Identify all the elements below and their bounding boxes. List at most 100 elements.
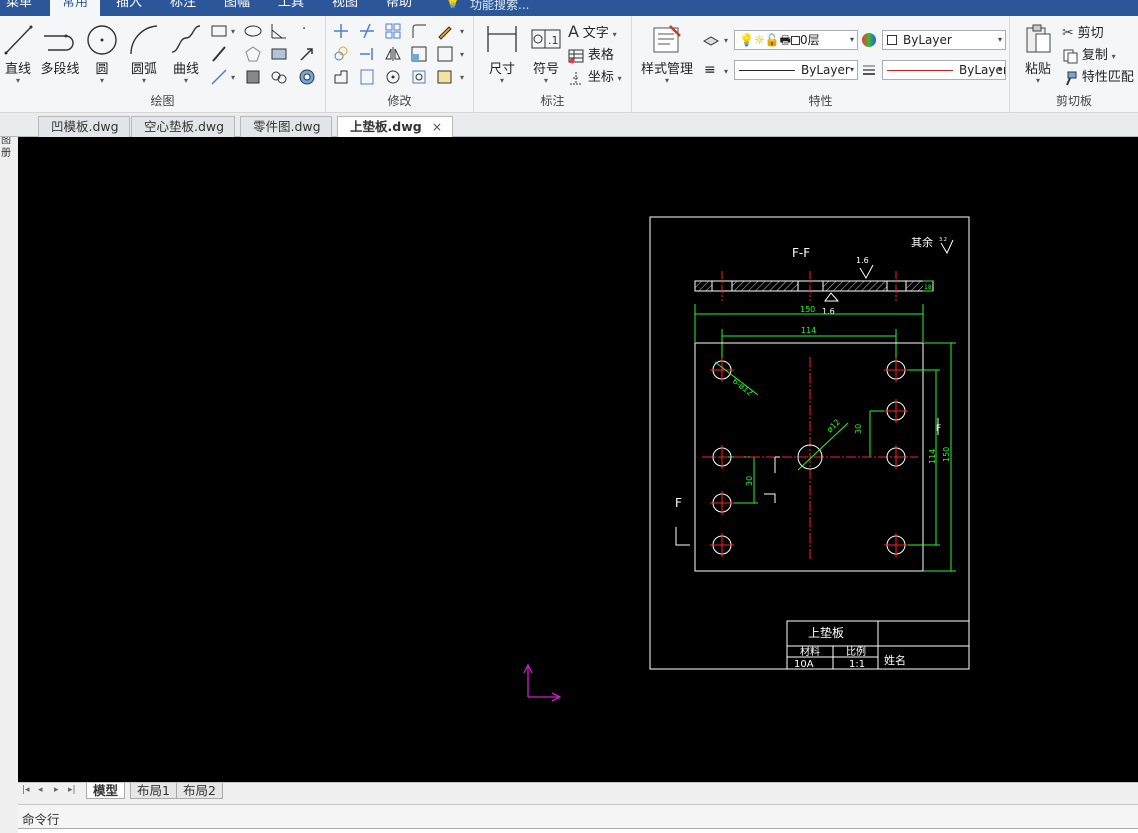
rotate-icon[interactable] <box>384 68 402 86</box>
color-wheel-icon[interactable] <box>860 31 878 49</box>
trim-icon[interactable] <box>358 22 376 40</box>
tab-help[interactable]: 帮助 <box>380 0 418 16</box>
lineweight-list-icon[interactable]: ≡ <box>704 62 716 78</box>
layer-name: 0层 <box>800 33 820 47</box>
symbol-button[interactable]: .1 符号 ▾ <box>528 22 564 85</box>
line-label: 直线 <box>4 62 31 77</box>
center-leader-line <box>797 422 849 471</box>
edit-properties-icon[interactable] <box>436 68 454 86</box>
angle-line-icon[interactable] <box>270 22 288 40</box>
color-combo[interactable]: ByLayer ▾ <box>882 30 1006 50</box>
region-icon[interactable] <box>270 68 288 86</box>
style-manager-button[interactable]: 样式管理 ▾ <box>636 22 698 85</box>
pencil-line-icon[interactable] <box>210 45 228 63</box>
dimension-label: 尺寸 <box>488 62 515 77</box>
title-block-scale-value: 1:1 <box>849 659 865 670</box>
boundary-icon[interactable] <box>244 68 262 86</box>
polygon-icon[interactable] <box>244 45 262 63</box>
tab-insert[interactable]: 插入 <box>110 0 148 16</box>
chevron-down-icon: ▾ <box>997 65 1002 74</box>
extend-icon[interactable] <box>358 45 376 63</box>
sun-icon: ☼ <box>753 33 765 47</box>
next-layout-icon[interactable]: ▸ <box>54 785 59 795</box>
line-button[interactable]: 直线 ▾ <box>2 22 34 85</box>
feature-search-input[interactable]: 功能搜索... <box>470 0 529 13</box>
break-icon[interactable] <box>358 68 376 86</box>
copy-object-icon[interactable] <box>332 45 350 63</box>
chevron-down-icon: ▾ <box>1111 52 1116 61</box>
construction-line-icon[interactable] <box>210 68 228 86</box>
linetype-value: ByLayer <box>801 63 850 77</box>
layout-tab-2[interactable]: 布局2 <box>176 783 223 799</box>
ribbon-panel: 直线 ▾ 多段线 圆 ▾ 圆弧 ▾ 曲线 ▾ ▾ · ▾ 绘图 ▾ ▾ ▾ 修改… <box>0 16 1138 113</box>
linetype-combo[interactable]: ByLayer ▾ <box>734 60 858 80</box>
donut-icon[interactable] <box>298 68 316 86</box>
chevron-down-icon[interactable]: ▾ <box>724 67 728 76</box>
doc-tab-label: 上垫板.dwg <box>350 119 422 134</box>
close-icon[interactable]: × <box>432 119 442 134</box>
curve-label: 曲线 <box>172 62 199 77</box>
doc-tab-1[interactable]: 凹模板.dwg <box>38 116 130 137</box>
lineweight-combo[interactable]: ByLayer ▾ <box>882 60 1006 80</box>
last-layout-icon[interactable]: ▸| <box>68 785 76 795</box>
table-icon <box>568 49 584 63</box>
tab-frame[interactable]: 图幅 <box>218 0 256 16</box>
stretch-icon[interactable] <box>332 68 350 86</box>
tab-annotate[interactable]: 标注 <box>164 0 202 16</box>
rectangle-icon[interactable] <box>210 22 228 40</box>
dimension-button[interactable]: 尺寸 ▾ <box>484 22 520 85</box>
polyline-button[interactable]: 多段线 <box>38 22 82 77</box>
tab-common[interactable]: 常用 <box>50 0 100 16</box>
layout-tab-1[interactable]: 布局1 <box>130 783 177 799</box>
scale-icon[interactable] <box>410 45 428 63</box>
chevron-down-icon[interactable]: ▾ <box>460 73 464 82</box>
drawing-canvas[interactable]: F-F 其余 3.2 18 1.6 1.6 150 114 150 114 30… <box>18 137 1138 782</box>
fillet-icon[interactable] <box>410 22 428 40</box>
chevron-down-icon: ▾ <box>499 76 504 85</box>
erase-pencil-icon[interactable] <box>436 22 454 40</box>
layout-tab-model[interactable]: 模型 <box>86 783 126 799</box>
explode-icon[interactable] <box>410 68 428 86</box>
point-icon[interactable]: · <box>302 22 306 37</box>
table-label: 表格 <box>587 48 614 63</box>
layout-icon[interactable]: 册 <box>1 148 15 159</box>
text-button[interactable]: A 文字 ▾ <box>568 22 617 41</box>
layer-combo[interactable]: 💡☼🔓🖶 0层 ▾ <box>734 30 858 50</box>
tab-tools[interactable]: 工具 <box>272 0 310 16</box>
ellipse-icon[interactable] <box>244 22 262 40</box>
curve-button[interactable]: 曲线 ▾ <box>168 22 204 85</box>
prev-layout-icon[interactable]: ◂ <box>38 785 43 795</box>
doc-tab-2[interactable]: 空心垫板.dwg <box>131 116 236 137</box>
coordinate-button[interactable]: 坐标 ▾ <box>568 66 622 86</box>
lineweight-icon[interactable] <box>860 61 878 79</box>
arc-button[interactable]: 圆弧 ▾ <box>126 22 162 85</box>
copy-button[interactable]: 复制 ▾ <box>1062 44 1116 64</box>
doc-tab-3[interactable]: 零件图.dwg <box>240 116 332 137</box>
doc-tab-active[interactable]: 上垫板.dwg × <box>337 116 454 138</box>
cut-button[interactable]: ✂ 剪切 <box>1062 22 1104 41</box>
mirror-icon[interactable] <box>384 45 402 63</box>
chevron-down-icon[interactable]: ▾ <box>231 73 235 82</box>
command-line-panel[interactable]: 命令行 <box>18 804 1138 828</box>
layer-states-icon[interactable] <box>702 31 720 49</box>
arrow-pick-icon[interactable] <box>298 45 316 63</box>
chevron-down-icon: ▾ <box>543 76 548 85</box>
paste-button[interactable]: 粘贴 ▾ <box>1020 22 1056 85</box>
match-properties-button[interactable]: 特性匹配 <box>1062 66 1134 86</box>
tab-menu[interactable]: 菜单 <box>0 0 38 16</box>
thickness-dim: 18 <box>924 284 932 291</box>
chevron-down-icon[interactable]: ▾ <box>460 50 464 59</box>
first-layout-icon[interactable]: |◂ <box>22 785 30 795</box>
layout-tab-bar: |◂ ◂ ▸ ▸| 模型 布局1 布局2 <box>18 782 1138 799</box>
chevron-down-icon[interactable]: ▾ <box>231 27 235 36</box>
table-button[interactable]: 表格 <box>568 44 614 64</box>
tab-view[interactable]: 视图 <box>326 0 364 16</box>
circle-button[interactable]: 圆 ▾ <box>86 22 118 85</box>
chevron-down-icon[interactable]: ▾ <box>460 27 464 36</box>
hatch-fill-icon[interactable] <box>270 45 288 63</box>
array-icon[interactable] <box>384 22 402 40</box>
move-icon[interactable] <box>332 22 350 40</box>
chevron-down-icon[interactable]: ▾ <box>724 36 728 45</box>
offset-icon[interactable] <box>436 45 454 63</box>
dim-width-outer: 150 <box>800 305 815 314</box>
